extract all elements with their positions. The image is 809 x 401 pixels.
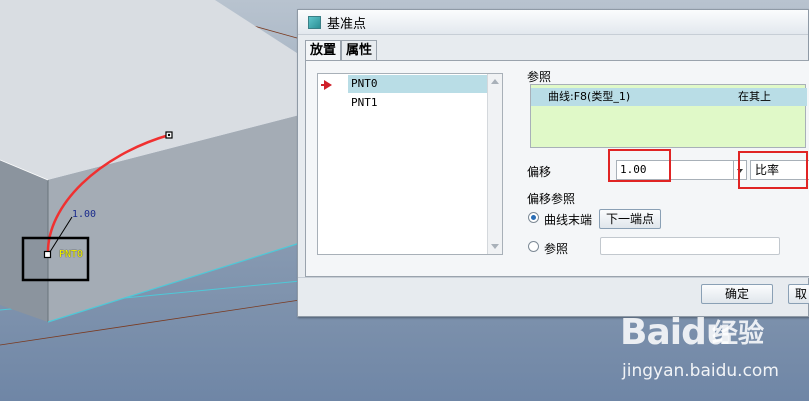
cancel-button[interactable]: 取 [788,284,809,304]
jingyan-text: 经验 [712,319,765,349]
dialog-tabs: 放置 属性 [305,40,378,61]
references-collector[interactable]: 曲线:F8(类型_1) 在其上 [530,84,807,148]
point-list-item[interactable]: PNT0 [348,75,494,93]
point-list-scrollbar[interactable] [487,74,502,254]
next-end-button[interactable]: 下一端点 [599,209,661,229]
reference-input[interactable] [600,237,780,255]
references-label: 参照 [527,70,552,84]
scroll-down-icon[interactable] [491,244,499,249]
reference-name: 曲线:F8(类型_1) [548,90,631,103]
datum-point-label[interactable]: PNT0 [59,249,83,260]
ok-button[interactable]: 确定 [701,284,773,304]
reference-radio[interactable] [528,241,539,252]
dialog-title: 基准点 [327,16,367,32]
reference-option-label[interactable]: 参照 [544,240,568,257]
tab-properties[interactable]: 属性 [341,40,378,60]
reference-row[interactable]: 曲线:F8(类型_1) 在其上 [531,88,807,106]
offset-label: 偏移 [527,165,552,179]
point-list-item[interactable]: PNT1 [348,94,378,112]
tab-placement[interactable]: 放置 [305,40,342,61]
curve-end-radio[interactable] [528,212,539,223]
datum-point-icon [308,15,321,29]
dialog-titlebar[interactable]: 基准点 [298,10,808,35]
datum-point-dialog: 基准点 放置 属性 PNT0 PNT1 参照 曲线:F8(类型_1) 在其上 偏… [297,9,809,317]
point-list[interactable]: PNT0 PNT1 [317,73,503,255]
offset-type-highlight [738,151,808,189]
offset-reference-label: 偏移参照 [527,192,576,206]
scroll-up-icon[interactable] [491,79,499,84]
offset-dimension-label[interactable]: 1.00 [72,209,96,220]
curve-end-label[interactable]: 曲线末端 [544,211,592,228]
current-point-arrow-icon [321,80,332,90]
footer-divider [298,277,809,278]
watermark-url: jingyan.baidu.com [622,361,779,381]
reference-constraint[interactable]: 在其上 [738,88,771,106]
offset-value-highlight [608,149,671,182]
datum-point-marker[interactable] [43,250,52,259]
baidu-jingyan-watermark: Baidu 经验 jingyan.baidu.com [620,313,780,401]
